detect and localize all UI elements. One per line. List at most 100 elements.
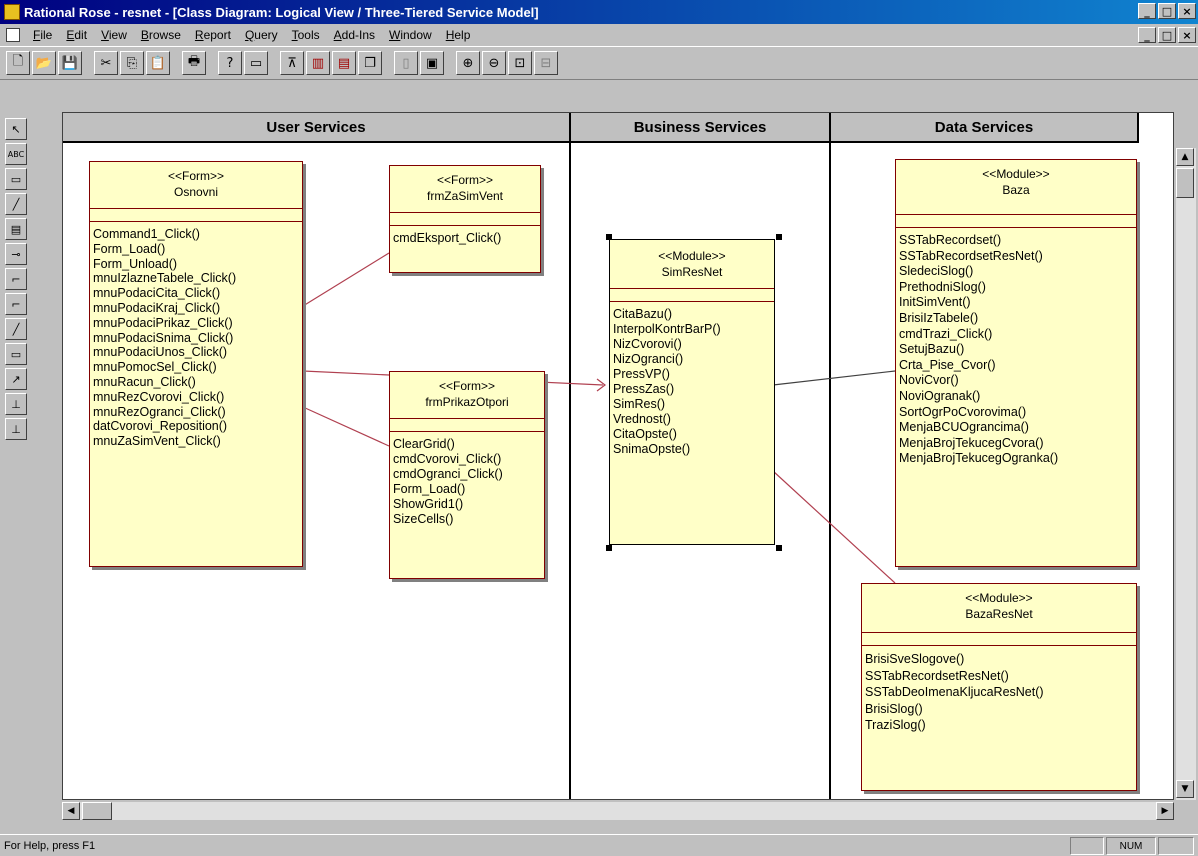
class-diagram-canvas[interactable]: User Services Business Services Data Ser… [62,112,1174,800]
operation: NoviOgranak() [899,388,981,403]
generalization-tool-icon[interactable]: ↗ [5,368,27,390]
menu-edit[interactable]: Edit [59,28,94,42]
aggregation-tool-icon[interactable]: ⌐ [5,293,27,315]
browse-deployment-icon[interactable]: ❐ [358,51,382,75]
selection-handle[interactable] [606,234,612,240]
selection-tool-icon[interactable]: ↖ [5,118,27,140]
operation: MenjaBrojTekucegCvora() [899,435,1044,450]
minimize-button[interactable]: _ [1138,3,1156,19]
operation: mnuPodaciSnima_Click() [93,330,234,345]
menu-tools[interactable]: Tools [285,28,327,42]
class-frmprikazotpori[interactable]: <<Form>> frmPrikazOtpori ClearGrid() cmd… [389,371,545,579]
scroll-right-icon[interactable]: ▶ [1156,802,1174,820]
class-bazaresnet[interactable]: <<Module>> BazaResNet BrisiSveSlogove() … [861,583,1137,791]
vertical-scrollbar[interactable]: ▲ ▼ [1176,148,1196,800]
class-osnovni[interactable]: <<Form>> Osnovni Command1_Click() Form_L… [89,161,303,567]
class-name: Osnovni [173,185,219,199]
browse-class-icon[interactable]: ⊼ [280,51,304,75]
cut-icon[interactable]: ✂ [94,51,118,75]
operation: TraziSlog() [865,718,926,732]
text-tool-icon[interactable]: ABC [5,143,27,165]
new-icon[interactable]: 🗋 [6,51,30,75]
operation: SizeCells() [393,512,454,526]
operation: InterpolKontrBarP() [613,322,721,336]
class-name: frmPrikazOtpori [425,395,509,409]
selection-handle[interactable] [776,234,782,240]
anchor-note-tool-icon[interactable]: ╱ [5,193,27,215]
operation: Form_Load() [393,482,466,496]
title-bar[interactable]: Rational Rose - resnet - [Class Diagram:… [0,0,1198,24]
operation: mnuRezCvorovi_Click() [93,389,225,404]
menu-query[interactable]: Query [238,28,285,42]
menu-view[interactable]: View [94,28,134,42]
horizontal-scrollbar[interactable]: ◀ ▶ [62,802,1174,820]
operation: mnuIzlazneTabele_Click() [93,271,237,286]
menu-report[interactable]: Report [188,28,238,42]
menu-help[interactable]: Help [439,28,478,42]
undo-fit-icon[interactable]: ⊟ [534,51,558,75]
doc-minimize-button[interactable]: _ [1138,27,1156,43]
class-stereotype: <<Module>> [982,167,1050,181]
fit-window-icon[interactable]: ⊡ [508,51,532,75]
operation: SSTabRecordset() [899,233,1002,247]
operation: SimRes() [613,397,666,411]
status-bar: For Help, press F1 NUM [0,834,1198,856]
menu-window[interactable]: Window [382,28,439,42]
menu-browse[interactable]: Browse [134,28,188,42]
doc-close-button[interactable]: × [1178,27,1196,43]
fit-icon[interactable]: ▣ [420,51,444,75]
view-icon[interactable]: ▭ [244,51,268,75]
operation: Crta_Pise_Cvor() [899,357,996,372]
browse-interaction-icon[interactable]: ▥ [306,51,330,75]
previous-diagram-icon[interactable]: ▯ [394,51,418,75]
association-line [302,406,390,447]
class-stereotype: <<Form>> [438,379,496,393]
operation: Command1_Click() [93,227,200,241]
document-icon[interactable] [6,28,20,42]
operation: SetujBazu() [899,342,965,357]
vertical-scroll-thumb[interactable] [1176,168,1194,198]
paste-icon[interactable]: 📋 [146,51,170,75]
interface-tool-icon[interactable]: ⊸ [5,243,27,265]
class-simresnet[interactable]: <<Module>> SimResNet CitaBazu() Interpol… [609,239,775,545]
open-icon[interactable]: 📂 [32,51,56,75]
rational-rose-window: Rational Rose - resnet - [Class Diagram:… [0,0,1198,856]
menu-file[interactable]: File [26,28,59,42]
browse-component-icon[interactable]: ▤ [332,51,356,75]
class-baza[interactable]: <<Module>> Baza SSTabRecordset() SSTabRe… [895,159,1137,567]
operation: NizOgranci() [613,352,684,366]
selection-handle[interactable] [776,545,782,551]
scroll-up-icon[interactable]: ▲ [1176,148,1194,166]
class-frmzasimvent[interactable]: <<Form>> frmZaSimVent cmdEksport_Click() [389,165,541,273]
dependency-tool-icon[interactable]: ╱ [5,318,27,340]
status-help-text: For Help, press F1 [4,839,96,852]
zoom-in-icon[interactable]: ⊕ [456,51,480,75]
menu-bar: File Edit View Browse Report Query Tools… [0,24,1198,46]
horizontal-scroll-thumb[interactable] [82,802,112,820]
copy-icon[interactable]: ⎘ [120,51,144,75]
close-button[interactable]: × [1178,3,1196,19]
parameterized-class-tool-icon[interactable]: ⊥ [5,418,27,440]
save-icon[interactable]: 💾 [58,51,82,75]
menu-addins[interactable]: Add-Ins [327,28,382,42]
operation: cmdCvorovi_Click() [393,452,502,466]
scroll-left-icon[interactable]: ◀ [62,802,80,820]
zoom-out-icon[interactable]: ⊖ [482,51,506,75]
association-line [302,252,390,307]
operation: cmdEksport_Click() [393,231,502,245]
doc-restore-button[interactable]: □ [1158,27,1176,43]
realize-tool-icon[interactable]: ⊥ [5,393,27,415]
maximize-button[interactable]: □ [1158,3,1176,19]
note-tool-icon[interactable]: ▭ [5,168,27,190]
rose-app-icon[interactable] [4,4,20,20]
scroll-down-icon[interactable]: ▼ [1176,780,1194,798]
operation: BrisiSlog() [865,701,923,716]
package-tool-icon[interactable]: ▭ [5,343,27,365]
help-icon[interactable]: ? [218,51,242,75]
operation: ClearGrid() [393,437,455,451]
operation: datCvorovi_Reposition() [93,419,228,434]
selection-handle[interactable] [606,545,612,551]
class-tool-icon[interactable]: ▤ [5,218,27,240]
association-tool-icon[interactable]: ⌐ [5,268,27,290]
print-icon[interactable]: 🖶 [182,51,206,75]
